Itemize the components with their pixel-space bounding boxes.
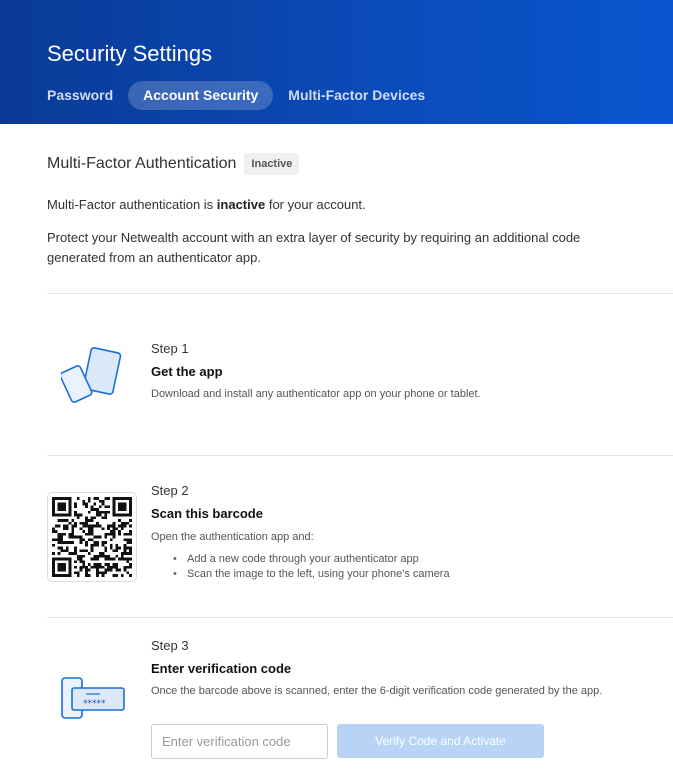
step-1: Step 1 Get the app Download and install … <box>47 294 673 454</box>
step-description: Open the authentication app and: <box>151 531 314 543</box>
verify-activate-button[interactable]: Verify Code and Activate <box>337 724 544 758</box>
step-number: Step 3 <box>151 638 189 653</box>
step-description: Download and install any authenticator a… <box>151 388 481 400</box>
step-title: Get the app <box>151 364 223 379</box>
tab-multi-factor-devices[interactable]: Multi-Factor Devices <box>273 81 440 110</box>
mfa-title: Multi-Factor Authentication <box>47 155 237 172</box>
settings-tabs: Password Account Security Multi-Factor D… <box>32 81 440 110</box>
page-title: Security Settings <box>47 41 213 66</box>
mfa-status-text: Multi-Factor authentication is inactive … <box>47 197 366 212</box>
code-text: ***** <box>83 699 106 709</box>
step-2: Step 2 Scan this barcode Open the authen… <box>47 456 673 616</box>
qr-code <box>47 492 137 582</box>
devices-icon <box>59 346 125 409</box>
tab-account-security[interactable]: Account Security <box>128 81 274 110</box>
status-prefix: Multi-Factor authentication is <box>47 197 217 212</box>
list-item: Add a new code through your authenticato… <box>169 552 450 567</box>
status-suffix: for your account. <box>265 197 366 212</box>
status-badge: Inactive <box>244 153 300 175</box>
mfa-heading: Multi-Factor Authentication Inactive <box>47 153 300 175</box>
protect-description: Protect your Netwealth account with an e… <box>47 230 581 265</box>
step-number: Step 1 <box>151 341 189 356</box>
tab-password[interactable]: Password <box>32 81 128 110</box>
step-title: Scan this barcode <box>151 506 263 521</box>
page-header: Security Settings Password Account Secur… <box>0 0 673 124</box>
status-value: inactive <box>216 197 266 212</box>
instruction-list: Add a new code through your authenticato… <box>169 552 450 582</box>
list-item: Scan the image to the left, using your p… <box>169 567 450 582</box>
step-description: Once the barcode above is scanned, enter… <box>151 685 603 697</box>
qr-code-image <box>52 497 132 577</box>
phone-code-icon: ***** <box>60 676 126 725</box>
verification-code-input[interactable] <box>151 724 328 759</box>
step-number: Step 2 <box>151 483 189 498</box>
step-title: Enter verification code <box>151 661 292 676</box>
